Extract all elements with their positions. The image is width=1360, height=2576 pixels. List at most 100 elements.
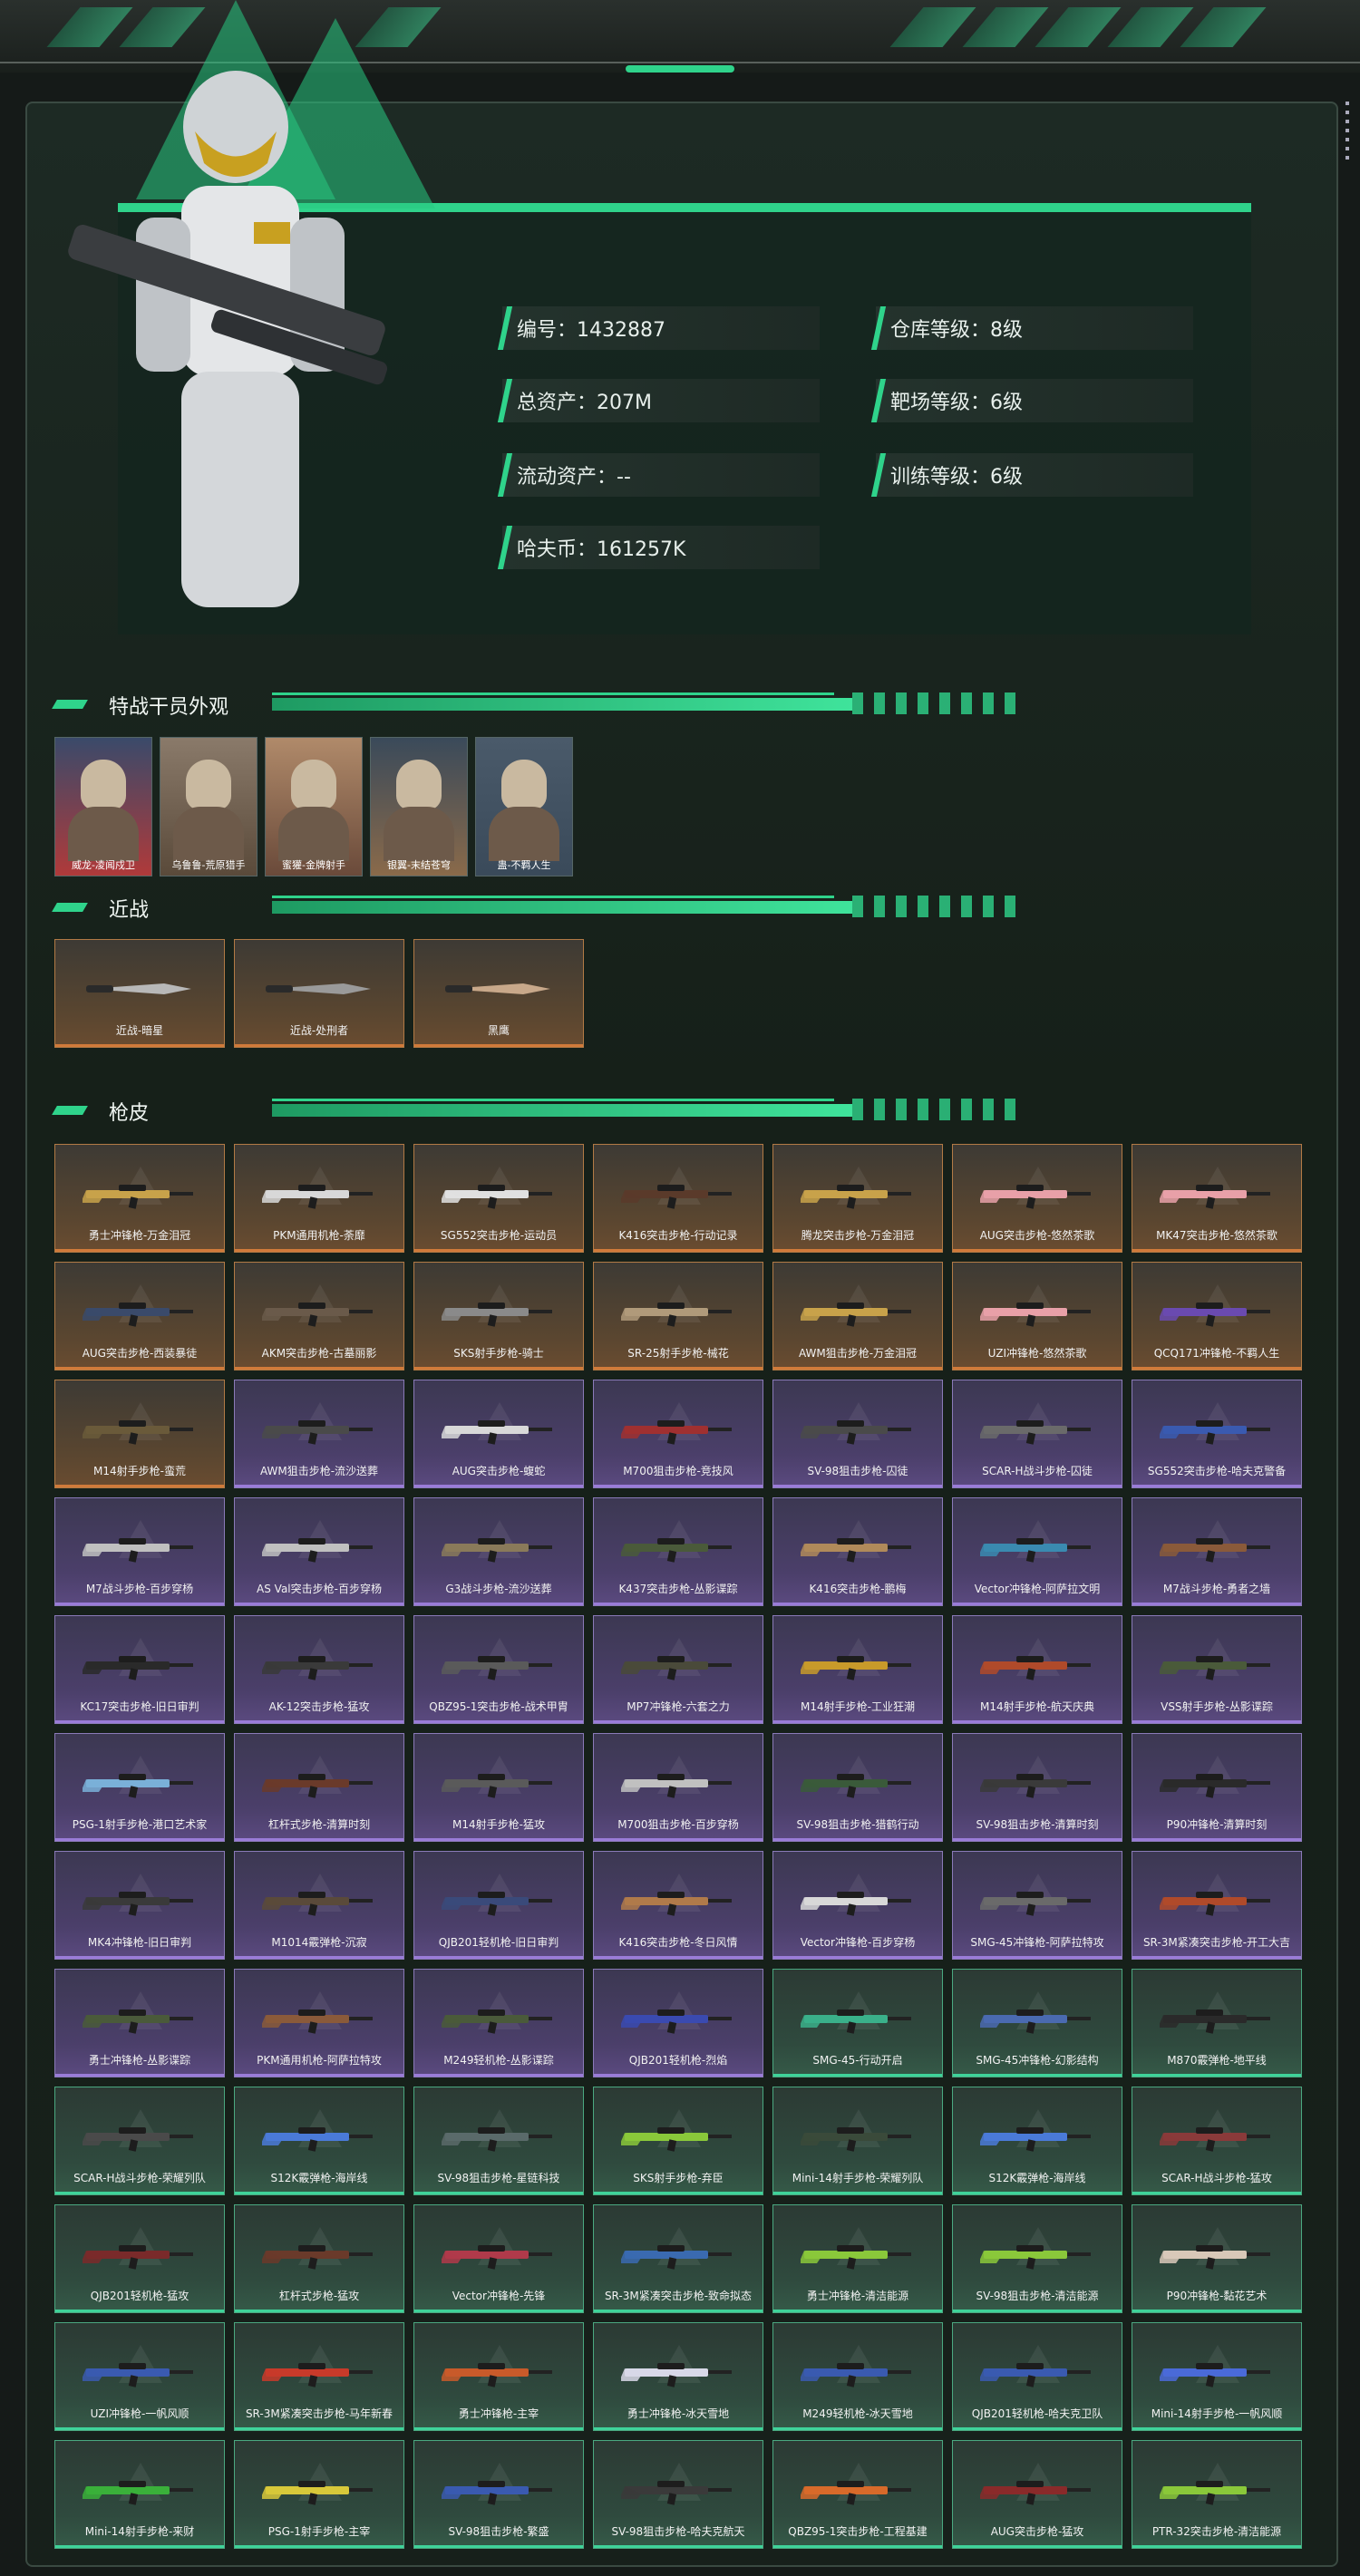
weapon-skin-tile[interactable]: K416突击步枪-冬日风情: [593, 1851, 763, 1960]
weapon-skin-tile[interactable]: SCAR-H战斗步枪-荣耀列队: [54, 2087, 225, 2195]
section-marker: [52, 1106, 88, 1115]
weapon-skin-tile[interactable]: QCQ171冲锋枪-不羁人生: [1132, 1262, 1302, 1370]
weapon-skin-tile[interactable]: PSG-1射手步枪-港口艺术家: [54, 1733, 225, 1842]
weapon-skin-tile[interactable]: VSS射手步枪-丛影谍踪: [1132, 1615, 1302, 1724]
melee-tile[interactable]: 黑鹰: [413, 939, 584, 1048]
weapon-skin-tile[interactable]: SV-98狙击步枪-囚徒: [772, 1380, 943, 1488]
weapon-skin-tile[interactable]: M1014霰弹枪-沉寂: [234, 1851, 404, 1960]
weapon-skin-tile[interactable]: 勇士冲锋枪-丛影谍踪: [54, 1969, 225, 2077]
weapon-skin-tile[interactable]: Vector冲锋枪-先锋: [413, 2204, 584, 2313]
weapon-skin-tile[interactable]: 勇士冲锋枪-清洁能源: [772, 2204, 943, 2313]
weapon-skin-tile[interactable]: M14射手步枪-工业狂潮: [772, 1615, 943, 1724]
weapon-skin-tile[interactable]: 杠杆式步枪-猛攻: [234, 2204, 404, 2313]
weapon-skin-tile[interactable]: Vector冲锋枪-百步穿杨: [772, 1851, 943, 1960]
section-line: [272, 692, 834, 695]
weapon-skin-tile[interactable]: UZI冲锋枪-一帆风顺: [54, 2322, 225, 2431]
weapon-skin-label: MK4冲锋枪-旧日审判: [87, 1936, 192, 1949]
weapon-skin-tile[interactable]: SCAR-H战斗步枪-囚徒: [952, 1380, 1122, 1488]
weapon-skin-tile[interactable]: SR-3M紧凑突击步枪-马年新春: [234, 2322, 404, 2431]
weapon-skin-tile[interactable]: 勇士冲锋枪-主宰: [413, 2322, 584, 2431]
weapon-skin-tile[interactable]: SMG-45冲锋枪-阿萨拉特攻: [952, 1851, 1122, 1960]
weapon-skin-tile[interactable]: SKS射手步枪-弃臣: [593, 2087, 763, 2195]
weapon-skin-tile[interactable]: PSG-1射手步枪-主宰: [234, 2440, 404, 2549]
weapon-skin-tile[interactable]: QBZ95-1突击步枪-工程基建: [772, 2440, 943, 2549]
weapon-skin-tile[interactable]: M14射手步枪-猛攻: [413, 1733, 584, 1842]
weapon-skin-tile[interactable]: M700狙击步枪-竞技风: [593, 1380, 763, 1488]
weapon-skin-tile[interactable]: P90冲锋枪-黏花艺术: [1132, 2204, 1302, 2313]
weapon-skin-tile[interactable]: PTR-32突击步枪-清洁能源: [1132, 2440, 1302, 2549]
weapon-skin-tile[interactable]: MK47突击步枪-悠然茶歌: [1132, 1144, 1302, 1253]
weapon-skin-tile[interactable]: M14射手步枪-蛮荒: [54, 1380, 225, 1488]
weapon-image: [262, 2127, 373, 2152]
weapon-skin-tile[interactable]: P90冲锋枪-清算时刻: [1132, 1733, 1302, 1842]
weapon-skin-tile[interactable]: UZI冲锋枪-悠然茶歌: [952, 1262, 1122, 1370]
weapon-skin-tile[interactable]: QBZ95-1突击步枪-战术甲胄: [413, 1615, 584, 1724]
weapon-skin-tile[interactable]: QJB201轻机枪-哈夫克卫队: [952, 2322, 1122, 2431]
weapon-skin-tile[interactable]: AUG突击步枪-西装暴徒: [54, 1262, 225, 1370]
weapon-skin-tile[interactable]: G3战斗步枪-流沙送葬: [413, 1497, 584, 1606]
weapon-skin-tile[interactable]: MP7冲锋枪-六套之力: [593, 1615, 763, 1724]
weapon-skin-tile[interactable]: SV-98狙击步枪-清洁能源: [952, 2204, 1122, 2313]
scrollbar[interactable]: [1345, 102, 1349, 165]
operator-card[interactable]: 蛊-不羁人生: [475, 737, 573, 876]
weapon-skin-tile[interactable]: QJB201轻机枪-猛攻: [54, 2204, 225, 2313]
weapon-skin-tile[interactable]: KC17突击步枪-旧日审判: [54, 1615, 225, 1724]
weapon-skin-tile[interactable]: SG552突击步枪-哈夫克警备: [1132, 1380, 1302, 1488]
weapon-skin-tile[interactable]: 勇士冲锋枪-万金泪冠: [54, 1144, 225, 1253]
weapon-skin-tile[interactable]: MK4冲锋枪-旧日审判: [54, 1851, 225, 1960]
weapon-skin-tile[interactable]: QJB201轻机枪-烈焰: [593, 1969, 763, 2077]
weapon-skin-tile[interactable]: S12K霰弹枪-海岸线: [952, 2087, 1122, 2195]
operator-card[interactable]: 乌鲁鲁-荒原猎手: [160, 737, 257, 876]
weapon-skin-tile[interactable]: AKM突击步枪-古墓丽影: [234, 1262, 404, 1370]
weapon-skin-tile[interactable]: Mini-14射手步枪-一帆风顺: [1132, 2322, 1302, 2431]
weapon-skin-tile[interactable]: K416突击步枪-行动记录: [593, 1144, 763, 1253]
operator-card[interactable]: 蜜獾-金牌射手: [265, 737, 363, 876]
weapon-skin-tile[interactable]: SV-98狙击步枪-繁盛: [413, 2440, 584, 2549]
weapon-skin-tile[interactable]: SCAR-H战斗步枪-猛攻: [1132, 2087, 1302, 2195]
weapon-skin-tile[interactable]: AK-12突击步枪-猛攻: [234, 1615, 404, 1724]
weapon-skin-tile[interactable]: SMG-45-行动开启: [772, 1969, 943, 2077]
weapon-skin-tile[interactable]: 杠杆式步枪-清算时刻: [234, 1733, 404, 1842]
weapon-skin-tile[interactable]: 勇士冲锋枪-冰天雪地: [593, 2322, 763, 2431]
weapon-skin-tile[interactable]: AS Val突击步枪-百步穿杨: [234, 1497, 404, 1606]
weapon-skin-tile[interactable]: M700狙击步枪-百步穿杨: [593, 1733, 763, 1842]
operator-card[interactable]: 银翼-末结苍穹: [370, 737, 468, 876]
weapon-skin-tile[interactable]: 腾龙突击步枪-万金泪冠: [772, 1144, 943, 1253]
weapon-skin-tile[interactable]: SMG-45冲锋枪-幻影结构: [952, 1969, 1122, 2077]
weapon-skin-label: AUG突击步枪-猛攻: [990, 2525, 1084, 2538]
weapon-skin-tile[interactable]: PKM通用机枪-荼靡: [234, 1144, 404, 1253]
weapon-skin-tile[interactable]: AUG突击步枪-猛攻: [952, 2440, 1122, 2549]
weapon-skin-tile[interactable]: AWM狙击步枪-万金泪冠: [772, 1262, 943, 1370]
weapon-skin-tile[interactable]: AUG突击步枪-悠然茶歌: [952, 1144, 1122, 1253]
weapon-skin-tile[interactable]: AUG突击步枪-蝮蛇: [413, 1380, 584, 1488]
weapon-skin-tile[interactable]: K416突击步枪-鹏梅: [772, 1497, 943, 1606]
weapon-skin-tile[interactable]: S12K霰弹枪-海岸线: [234, 2087, 404, 2195]
weapon-skin-tile[interactable]: M7战斗步枪-勇者之墙: [1132, 1497, 1302, 1606]
weapon-skin-tile[interactable]: SV-98狙击步枪-星链科技: [413, 2087, 584, 2195]
weapon-skin-tile[interactable]: SR-3M紧凑突击步枪-致命拟态: [593, 2204, 763, 2313]
weapon-skin-tile[interactable]: Mini-14射手步枪-来财: [54, 2440, 225, 2549]
weapon-skin-label: K416突击步枪-鹏梅: [809, 1583, 907, 1595]
weapon-skin-tile[interactable]: SV-98狙击步枪-清算时刻: [952, 1733, 1122, 1842]
melee-tile[interactable]: 近战-处刑者: [234, 939, 404, 1048]
banner-stripe: [1035, 7, 1122, 47]
weapon-skin-tile[interactable]: QJB201轻机枪-旧日审判: [413, 1851, 584, 1960]
weapon-skin-tile[interactable]: M249轻机枪-丛影谍踪: [413, 1969, 584, 2077]
weapon-skin-tile[interactable]: AWM狙击步枪-流沙送葬: [234, 1380, 404, 1488]
weapon-skin-tile[interactable]: SKS射手步枪-骑士: [413, 1262, 584, 1370]
weapon-skin-tile[interactable]: SV-98狙击步枪-猎鹤行动: [772, 1733, 943, 1842]
weapon-skin-tile[interactable]: M870霰弹枪-地平线: [1132, 1969, 1302, 2077]
weapon-skin-tile[interactable]: SR-25射手步枪-械花: [593, 1262, 763, 1370]
weapon-skin-tile[interactable]: SV-98狙击步枪-哈夫克航天: [593, 2440, 763, 2549]
weapon-skin-tile[interactable]: M14射手步枪-航天庆典: [952, 1615, 1122, 1724]
weapon-skin-tile[interactable]: M7战斗步枪-百步穿杨: [54, 1497, 225, 1606]
melee-tile[interactable]: 近战-暗星: [54, 939, 225, 1048]
weapon-skin-tile[interactable]: SG552突击步枪-运动员: [413, 1144, 584, 1253]
weapon-skin-tile[interactable]: Vector冲锋枪-阿萨拉文明: [952, 1497, 1122, 1606]
weapon-skin-tile[interactable]: PKM通用机枪-阿萨拉特攻: [234, 1969, 404, 2077]
weapon-skin-tile[interactable]: SR-3M紧凑突击步枪-开工大吉: [1132, 1851, 1302, 1960]
weapon-skin-tile[interactable]: M249轻机枪-冰天雪地: [772, 2322, 943, 2431]
weapon-skin-tile[interactable]: Mini-14射手步枪-荣耀列队: [772, 2087, 943, 2195]
operator-card[interactable]: 威龙-凌闻戍卫: [54, 737, 152, 876]
weapon-skin-tile[interactable]: K437突击步枪-丛影谍踪: [593, 1497, 763, 1606]
